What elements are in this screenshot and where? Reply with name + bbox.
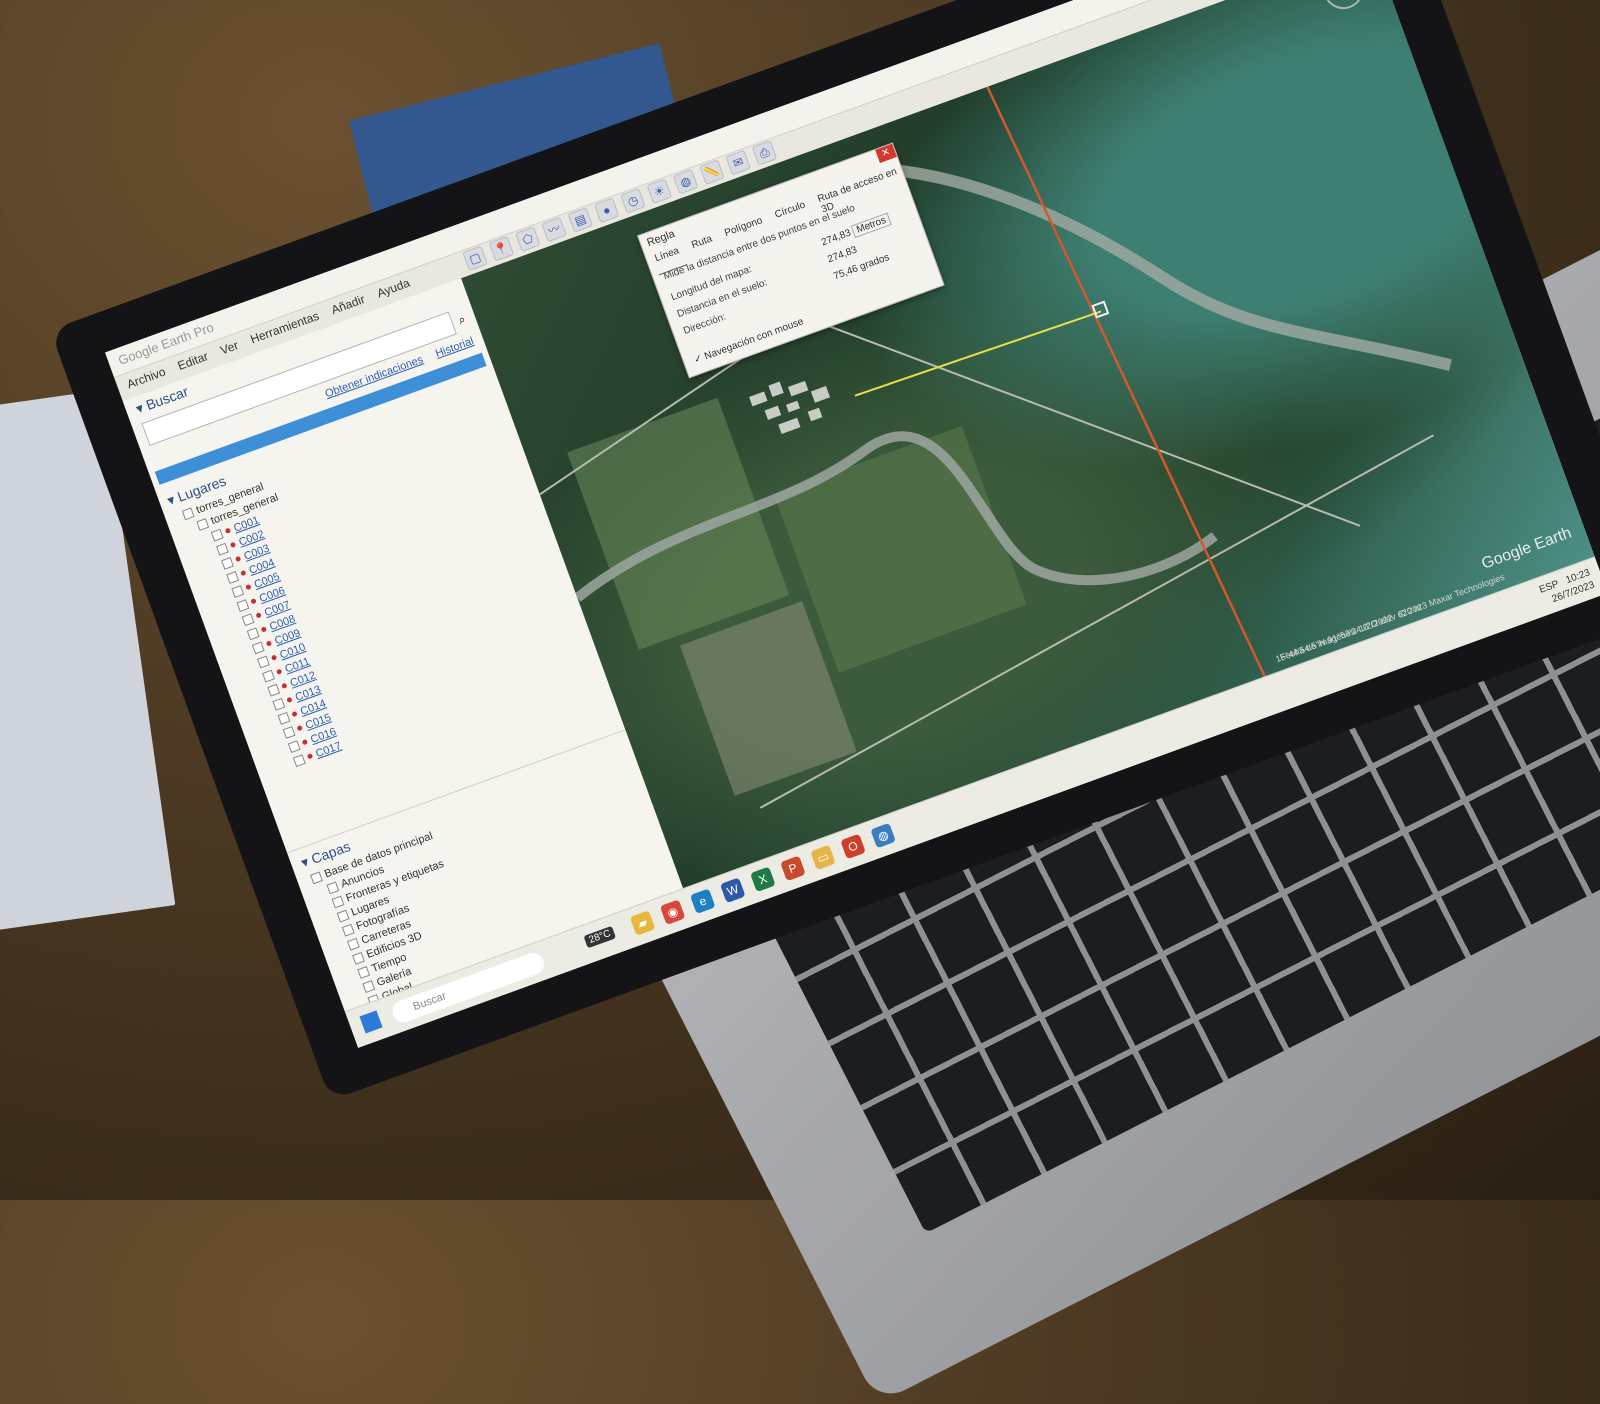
checkbox-icon[interactable] [326, 881, 340, 894]
checkbox-icon[interactable] [226, 570, 239, 584]
checkbox-icon[interactable] [287, 739, 301, 753]
placemark-pin-icon [255, 612, 262, 619]
placemark-pin-icon [270, 654, 278, 661]
placemark-pin-icon [245, 583, 252, 591]
town [749, 380, 831, 435]
ruler-row-value: 274,83 [826, 244, 859, 266]
checkbox-icon[interactable] [241, 612, 255, 626]
edge-icon[interactable]: e [689, 888, 716, 915]
tab-ruta-3d[interactable]: Ruta de acceso en 3D [814, 164, 907, 216]
checkbox-icon[interactable] [251, 641, 265, 654]
checkbox-icon[interactable] [181, 506, 195, 520]
checkbox-icon[interactable] [210, 528, 224, 542]
checkbox-icon[interactable] [346, 937, 360, 951]
ruler-close-icon[interactable]: ✕ [875, 143, 897, 164]
menu-anadir[interactable]: Añadir [329, 292, 366, 317]
menu-ver[interactable]: Ver [218, 338, 240, 357]
placemark-pin-icon [291, 710, 298, 718]
folder-icon[interactable]: ▭ [810, 844, 836, 871]
placemark-pin-icon [260, 626, 268, 633]
checkbox-icon[interactable] [261, 669, 275, 683]
checkbox-icon[interactable] [256, 655, 270, 668]
google-earth-icon[interactable]: ◍ [870, 822, 896, 849]
checkbox-icon[interactable] [215, 542, 229, 556]
ruler-dialog-title: Regla [645, 227, 677, 250]
placemark-pin-icon [234, 555, 242, 563]
checkbox-icon[interactable] [336, 909, 350, 923]
checkbox-icon[interactable] [272, 697, 286, 711]
checkbox-icon[interactable] [351, 951, 365, 965]
checkbox-icon[interactable] [292, 753, 306, 767]
checkbox-icon[interactable] [282, 725, 296, 739]
placemark-pin-icon [224, 527, 232, 534]
checkbox-icon[interactable] [341, 923, 355, 937]
placemark-pin-icon [301, 738, 309, 746]
checkbox-icon[interactable] [231, 584, 245, 598]
checkbox-icon[interactable] [196, 517, 209, 531]
placemark-pin-icon [281, 682, 288, 690]
checkbox-icon[interactable] [236, 598, 250, 612]
weather-badge[interactable]: 28°C [583, 925, 617, 949]
word-icon[interactable]: W [719, 877, 746, 904]
menu-editar[interactable]: Editar [176, 349, 210, 373]
menu-ayuda[interactable]: Ayuda [375, 276, 412, 301]
checkbox-icon[interactable] [362, 979, 376, 993]
checkbox-icon[interactable] [277, 711, 291, 725]
checkbox-icon[interactable] [331, 895, 345, 908]
placemark-pin-icon [275, 668, 283, 675]
ruler-unit-select[interactable]: Metros [851, 212, 892, 238]
placemark-pin-icon [250, 598, 257, 605]
placemark-pin-icon [286, 696, 293, 704]
placemark-pin-icon [306, 753, 314, 760]
powerpoint-icon[interactable]: P [780, 855, 806, 882]
ruler-endpoint [1091, 300, 1110, 319]
search-icon[interactable]: ⌕ [456, 311, 467, 327]
system-tray[interactable]: ESP 10:23 26/7/2023 [1538, 566, 1597, 609]
transmission-line [986, 86, 1271, 687]
placemark-pin-icon [265, 640, 273, 647]
checkbox-icon[interactable] [357, 965, 370, 979]
checkbox-icon[interactable] [246, 626, 260, 640]
checkbox-icon[interactable] [220, 556, 234, 570]
windows-start-icon[interactable] [359, 1010, 383, 1034]
file-explorer-icon[interactable]: ▰ [629, 910, 656, 936]
checkbox-icon[interactable] [267, 683, 280, 697]
chrome-icon[interactable]: ◉ [659, 899, 686, 925]
office-icon[interactable]: O [840, 833, 866, 860]
placemark-pin-icon [240, 569, 247, 577]
river [878, 162, 1452, 371]
ruler-measure-line [854, 310, 1102, 397]
checkbox-icon[interactable] [309, 871, 323, 884]
road [539, 355, 746, 496]
river [574, 431, 1218, 602]
placemark-pin-icon [296, 724, 303, 732]
excel-icon[interactable]: X [750, 866, 776, 893]
placemark-pin-icon [229, 541, 237, 549]
